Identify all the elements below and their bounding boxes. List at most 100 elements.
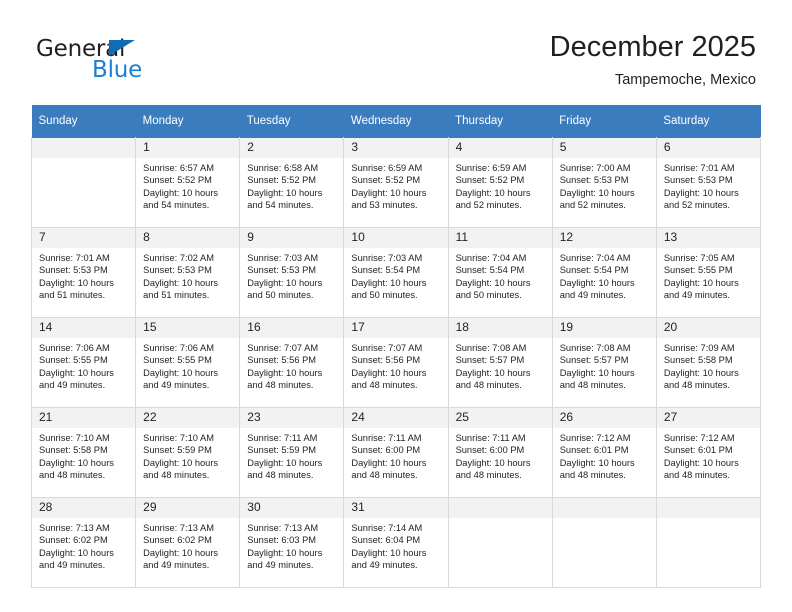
day-sun-info [553,518,656,522]
day-info-daylight-line2: and 49 minutes. [247,560,314,571]
day-info-daylight-line1: Daylight: 10 hours [455,367,531,378]
day-info-daylight-line2: and 49 minutes. [39,560,106,571]
calendar-day-cell[interactable]: 15 Sunrise: 7:06 AM Sunset: 5:55 PM Dayligh… [135,317,241,408]
day-cell-inner: 5 Sunrise: 7:00 AM Sunset: 5:53 PM Daylight… [552,138,656,227]
day-info-sunset: Sunset: 5:52 PM [351,175,421,186]
calendar-day-cell[interactable]: 29 Sunrise: 7:13 AM Sunset: 6:02 PM Dayligh… [135,497,241,588]
calendar-page: General Blue December 2025 Tampemoche, M… [0,0,792,612]
day-info-daylight-line1: Daylight: 10 hours [143,277,219,288]
calendar-day-cell[interactable]: 2 Sunrise: 6:58 AM Sunset: 5:52 PM Daylight… [239,137,345,228]
day-info-daylight-line2: and 54 minutes. [143,200,210,211]
day-number: 22 [136,408,240,428]
calendar-day-cell[interactable]: 16 Sunrise: 7:07 AM Sunset: 5:56 PM Dayligh… [239,317,345,408]
page-title: December 2025 [549,31,756,63]
day-info-daylight-line2: and 48 minutes. [455,470,522,481]
calendar-body: 1 Sunrise: 6:57 AM Sunset: 5:52 PM Daylight… [30,137,762,588]
general-blue-logo[interactable]: General Blue [36,36,236,88]
day-info-daylight-line2: and 51 minutes. [143,290,210,301]
calendar-day-cell[interactable]: 14 Sunrise: 7:06 AM Sunset: 5:55 PM Dayligh… [30,317,137,408]
day-sun-info: Sunrise: 7:08 AM Sunset: 5:57 PM Daylight:… [449,338,552,392]
day-info-sunset: Sunset: 5:52 PM [455,175,525,186]
calendar-day-cell[interactable]: 22 Sunrise: 7:10 AM Sunset: 5:59 PM Dayligh… [135,407,241,498]
day-info-daylight-line1: Daylight: 10 hours [39,457,114,468]
day-cell-inner: 6 Sunrise: 7:01 AM Sunset: 5:53 PM Daylight… [656,138,760,227]
day-info-daylight-line1: Daylight: 10 hours [559,277,635,288]
calendar-day-cell[interactable]: 18 Sunrise: 7:08 AM Sunset: 5:57 PM Dayligh… [447,317,553,408]
calendar-day-cell[interactable]: 13 Sunrise: 7:05 AM Sunset: 5:55 PM Dayligh… [655,227,762,318]
day-info-sunrise: Sunrise: 7:07 AM [247,343,319,353]
day-sun-info [657,518,760,522]
calendar-day-cell[interactable]: 3 Sunrise: 6:59 AM Sunset: 5:52 PM Daylight… [343,137,449,228]
day-cell-inner: 19 Sunrise: 7:08 AM Sunset: 5:57 PM Dayligh… [552,318,656,407]
day-info-sunset: Sunset: 5:52 PM [143,175,212,186]
day-info-sunset: Sunset: 5:56 PM [351,355,421,366]
calendar-day-cell[interactable]: 4 Sunrise: 6:59 AM Sunset: 5:52 PM Daylight… [447,137,553,228]
day-info-daylight-line1: Daylight: 10 hours [247,277,323,288]
day-info-daylight-line1: Daylight: 10 hours [559,367,635,378]
day-cell-inner [32,138,136,227]
calendar-day-cell[interactable]: 6 Sunrise: 7:01 AM Sunset: 5:53 PM Daylight… [655,137,762,228]
day-info-sunset: Sunset: 6:00 PM [351,445,421,456]
calendar-week-row: 7 Sunrise: 7:01 AM Sunset: 5:53 PM Daylight… [30,227,762,318]
day-sun-info: Sunrise: 7:10 AM Sunset: 5:58 PM Daylight:… [32,428,135,482]
day-info-sunset: Sunset: 5:52 PM [247,175,317,186]
day-sun-info: Sunrise: 7:06 AM Sunset: 5:55 PM Daylight:… [136,338,239,392]
day-info-sunset: Sunset: 5:54 PM [351,265,421,276]
calendar-day-cell[interactable]: 23 Sunrise: 7:11 AM Sunset: 5:59 PM Dayligh… [239,407,345,498]
day-info-sunrise: Sunrise: 7:06 AM [143,343,214,353]
calendar-day-cell[interactable]: 28 Sunrise: 7:13 AM Sunset: 6:02 PM Dayligh… [30,497,137,588]
day-cell-inner: 17 Sunrise: 7:07 AM Sunset: 5:56 PM Dayligh… [344,318,448,407]
day-sun-info: Sunrise: 7:14 AM Sunset: 6:04 PM Daylight:… [344,518,447,572]
calendar-day-cell[interactable]: 5 Sunrise: 7:00 AM Sunset: 5:53 PM Daylight… [551,137,657,228]
day-info-daylight-line2: and 49 minutes. [559,290,626,301]
day-info-daylight-line1: Daylight: 10 hours [455,457,531,468]
calendar-day-cell[interactable]: 25 Sunrise: 7:11 AM Sunset: 6:00 PM Dayligh… [447,407,553,498]
calendar-day-cell[interactable]: 7 Sunrise: 7:01 AM Sunset: 5:53 PM Daylight… [30,227,137,318]
calendar-day-cell[interactable]: 31 Sunrise: 7:14 AM Sunset: 6:04 PM Dayligh… [343,497,449,588]
day-number: 12 [552,228,656,248]
day-info-sunrise: Sunrise: 7:12 AM [663,433,735,443]
day-info-daylight-line2: and 49 minutes. [143,380,210,391]
day-number: 14 [32,318,136,338]
calendar-day-cell[interactable]: 27 Sunrise: 7:12 AM Sunset: 6:01 PM Dayligh… [655,407,762,498]
day-cell-inner: 26 Sunrise: 7:12 AM Sunset: 6:01 PM Dayligh… [552,408,656,497]
day-info-sunrise: Sunrise: 7:03 AM [247,253,319,263]
day-sun-info: Sunrise: 7:13 AM Sunset: 6:02 PM Daylight:… [136,518,239,572]
day-info-daylight-line2: and 49 minutes. [351,560,418,571]
calendar-day-cell[interactable]: 9 Sunrise: 7:03 AM Sunset: 5:53 PM Daylight… [239,227,345,318]
calendar-day-cell[interactable]: 1 Sunrise: 6:57 AM Sunset: 5:52 PM Daylight… [135,137,241,228]
page-subtitle-location: Tampemoche, Mexico [614,72,756,88]
day-info-daylight-line1: Daylight: 10 hours [247,457,323,468]
title-block: December 2025 Tampemoche, Mexico [550,30,756,90]
calendar-day-cell[interactable]: 24 Sunrise: 7:11 AM Sunset: 6:00 PM Dayligh… [343,407,449,498]
calendar-day-cell[interactable]: 26 Sunrise: 7:12 AM Sunset: 6:01 PM Dayligh… [551,407,657,498]
day-info-daylight-line2: and 49 minutes. [143,560,210,571]
day-sun-info: Sunrise: 7:03 AM Sunset: 5:53 PM Daylight:… [240,248,343,302]
day-info-sunset: Sunset: 5:53 PM [39,265,108,276]
weekday-header-tuesday: Tuesday [239,105,344,138]
calendar-day-cell[interactable]: 20 Sunrise: 7:09 AM Sunset: 5:58 PM Dayligh… [655,317,762,408]
calendar-day-cell[interactable]: 10 Sunrise: 7:03 AM Sunset: 5:54 PM Dayligh… [343,227,449,318]
day-sun-info: Sunrise: 7:13 AM Sunset: 6:02 PM Daylight:… [32,518,135,572]
day-cell-inner: 3 Sunrise: 6:59 AM Sunset: 5:52 PM Daylight… [344,138,448,227]
calendar-day-cell[interactable]: 17 Sunrise: 7:07 AM Sunset: 5:56 PM Dayligh… [343,317,449,408]
day-number [448,498,552,518]
day-info-sunset: Sunset: 6:00 PM [455,445,525,456]
day-sun-info: Sunrise: 6:59 AM Sunset: 5:52 PM Daylight:… [344,158,447,212]
page-header: General Blue December 2025 Tampemoche, M… [0,0,792,104]
logo-text-blue: Blue [92,57,143,83]
calendar-day-cell[interactable]: 11 Sunrise: 7:04 AM Sunset: 5:54 PM Dayligh… [447,227,553,318]
calendar-day-cell[interactable]: 21 Sunrise: 7:10 AM Sunset: 5:58 PM Dayligh… [30,407,137,498]
day-cell-inner: 20 Sunrise: 7:09 AM Sunset: 5:58 PM Dayligh… [656,318,760,407]
calendar-day-cell[interactable]: 19 Sunrise: 7:08 AM Sunset: 5:57 PM Dayligh… [551,317,657,408]
day-cell-inner: 4 Sunrise: 6:59 AM Sunset: 5:52 PM Daylight… [448,138,552,227]
day-sun-info: Sunrise: 7:12 AM Sunset: 6:01 PM Daylight:… [657,428,760,482]
calendar-day-cell[interactable]: 12 Sunrise: 7:04 AM Sunset: 5:54 PM Dayligh… [551,227,657,318]
weekday-header-friday: Friday [552,105,657,138]
day-cell-inner: 9 Sunrise: 7:03 AM Sunset: 5:53 PM Daylight… [240,228,344,317]
day-info-sunrise: Sunrise: 6:59 AM [455,163,527,173]
calendar-day-cell[interactable]: 30 Sunrise: 7:13 AM Sunset: 6:03 PM Dayligh… [239,497,345,588]
day-number: 28 [32,498,136,518]
day-sun-info: Sunrise: 7:10 AM Sunset: 5:59 PM Daylight:… [136,428,239,482]
calendar-day-cell[interactable]: 8 Sunrise: 7:02 AM Sunset: 5:53 PM Daylight… [135,227,241,318]
